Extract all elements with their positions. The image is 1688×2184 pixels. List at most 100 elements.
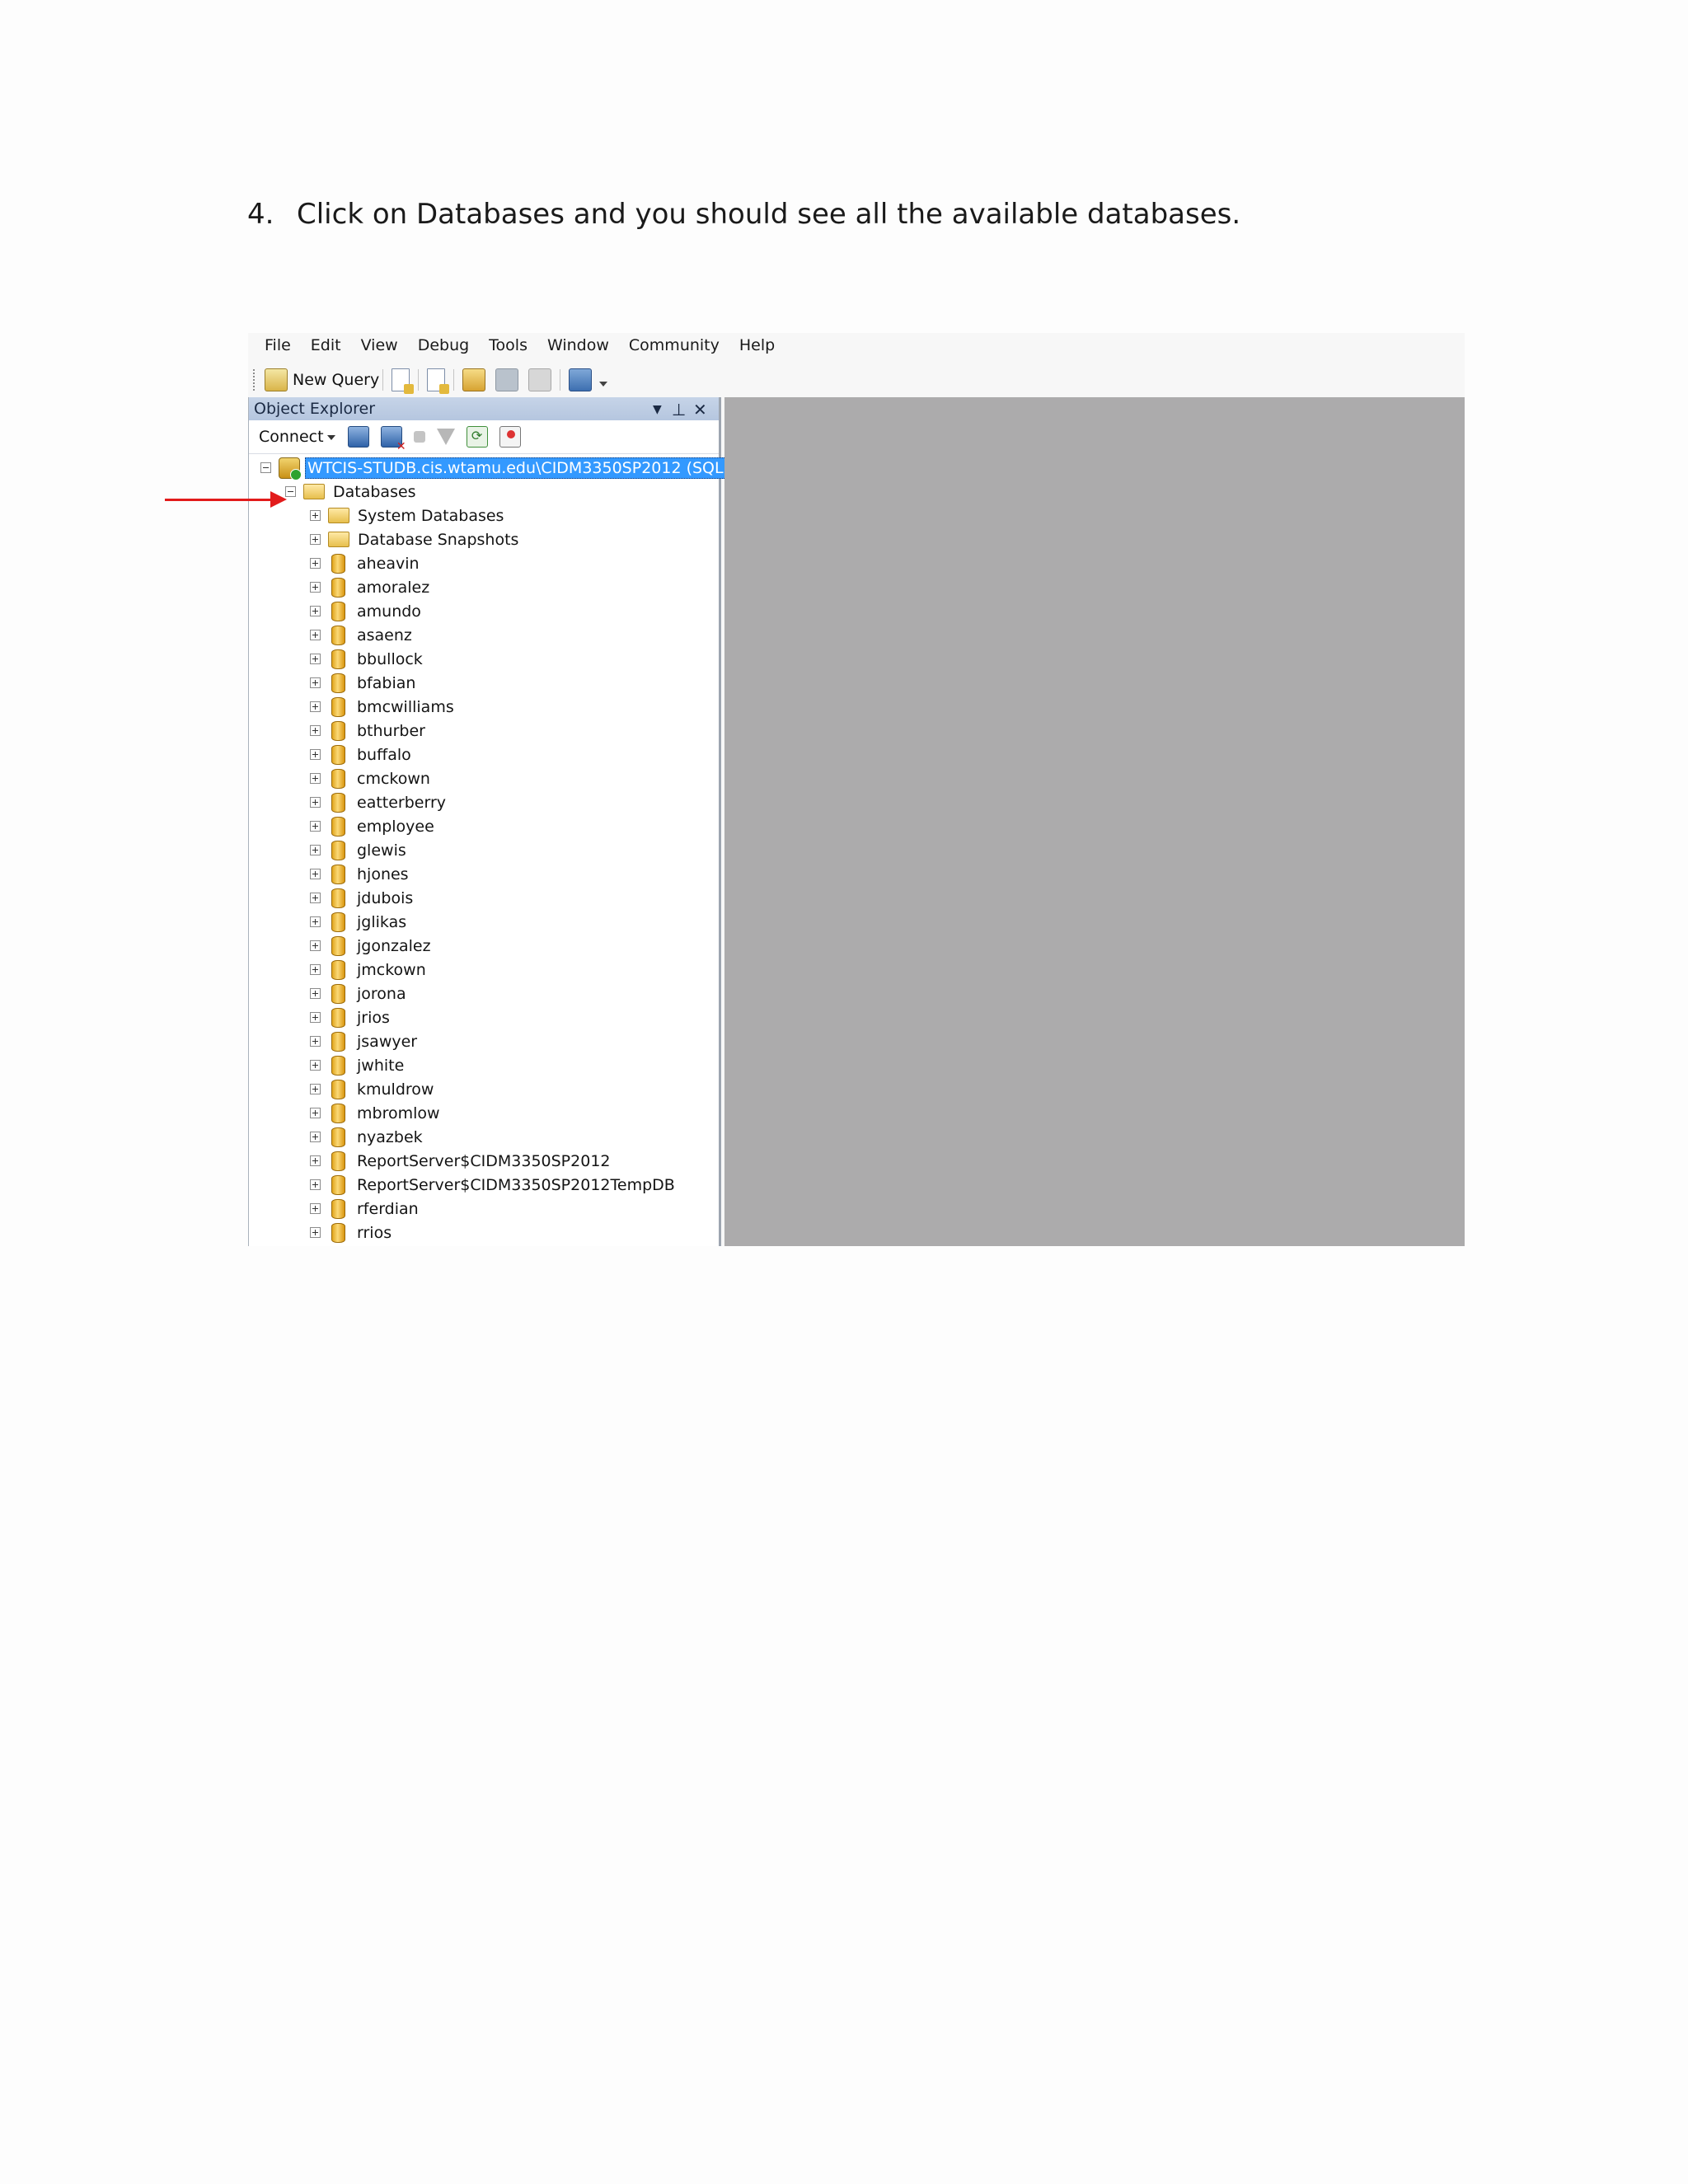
expand-toggle[interactable] [310,1108,321,1118]
print-icon[interactable] [528,368,552,391]
expand-toggle[interactable] [310,606,321,616]
database-node[interactable]: rferdian [310,1197,419,1221]
expand-toggle[interactable] [310,534,321,545]
database-node[interactable]: jmckown [310,958,426,982]
database-node[interactable]: bfabian [310,671,415,695]
database-node[interactable]: jglikas [310,910,406,934]
database-label[interactable]: hjones [357,865,409,883]
database-node[interactable]: amoralez [310,575,429,599]
database-label[interactable]: aheavin [357,555,420,573]
database-node[interactable]: bbullock [310,647,423,671]
database-label[interactable]: nyazbek [357,1128,423,1146]
database-node[interactable]: jwhite [310,1053,404,1077]
database-label[interactable]: kmuldrow [357,1080,434,1099]
auto-hide-pin-icon[interactable]: ⊥ [672,400,686,419]
filter-icon[interactable] [436,429,455,445]
database-node[interactable]: jgonzalez [310,934,431,958]
database-node[interactable]: ReportServer$CIDM3350SP2012TempDB [310,1173,675,1197]
menu-edit[interactable]: Edit [311,336,341,354]
expand-toggle[interactable] [310,630,321,640]
window-position-icon[interactable]: ▼ [653,403,662,416]
database-node[interactable]: buffalo [310,743,411,766]
database-label[interactable]: jglikas [357,913,406,931]
open-file-icon[interactable] [462,368,486,391]
database-node[interactable]: jsawyer [310,1029,417,1053]
stop-icon[interactable] [413,431,425,443]
refresh-icon[interactable]: ⟳ [466,426,488,448]
expand-toggle[interactable] [310,916,321,927]
expand-toggle[interactable] [310,773,321,784]
expand-toggle[interactable] [310,558,321,569]
database-node[interactable]: jrios [310,1005,390,1029]
menu-file[interactable]: File [265,336,291,354]
database-node[interactable]: bthurber [310,719,425,743]
databases-node[interactable]: Databases [285,480,416,504]
database-label[interactable]: bmcwilliams [357,698,454,716]
expand-toggle[interactable] [310,1179,321,1190]
database-node[interactable]: asaenz [310,623,412,647]
expand-toggle[interactable] [310,749,321,760]
expand-toggle[interactable] [310,988,321,999]
expand-toggle[interactable] [310,582,321,593]
database-label[interactable]: ReportServer$CIDM3350SP2012 [357,1152,611,1170]
menu-tools[interactable]: Tools [489,336,528,354]
database-node[interactable]: mbromlow [310,1101,440,1125]
server-node[interactable]: WTCIS-STUDB.cis.wtamu.edu\CIDM3350SP2012… [260,456,767,480]
script-icon[interactable] [499,426,521,448]
database-label[interactable]: rrios [357,1224,392,1242]
expand-toggle[interactable] [310,1227,321,1238]
database-label[interactable]: employee [357,818,434,836]
expand-toggle[interactable] [310,1012,321,1023]
expand-toggle[interactable] [310,1155,321,1166]
toolbar-options-icon[interactable] [598,372,608,388]
analysis-services-query-icon[interactable] [427,368,450,394]
databases-label[interactable]: Databases [333,483,416,501]
database-label[interactable]: jwhite [357,1057,404,1075]
folder-label[interactable]: System Databases [358,507,504,525]
new-query-icon[interactable] [265,368,288,391]
expand-toggle[interactable] [310,1084,321,1094]
new-query-button[interactable]: New Query [293,371,379,389]
expand-toggle[interactable] [310,893,321,903]
expand-toggle[interactable] [310,1036,321,1047]
database-node[interactable]: bmcwilliams [310,695,454,719]
database-label[interactable]: bthurber [357,722,425,740]
database-engine-query-icon[interactable] [392,368,415,394]
expand-toggle[interactable] [310,797,321,808]
database-node[interactable]: nyazbek [310,1125,423,1149]
folder-label[interactable]: Database Snapshots [358,531,518,549]
expand-toggle[interactable] [310,1203,321,1214]
database-label[interactable]: mbromlow [357,1104,440,1122]
database-node[interactable]: employee [310,814,434,838]
database-node[interactable]: eatterberry [310,790,446,814]
database-label[interactable]: glewis [357,841,406,860]
menu-help[interactable]: Help [739,336,775,354]
connect-button[interactable]: Connect [259,428,335,446]
database-label[interactable]: rferdian [357,1200,419,1218]
expand-toggle[interactable] [310,821,321,832]
database-node[interactable]: ReportServer$CIDM3350SP2012 [310,1149,611,1173]
server-label[interactable]: WTCIS-STUDB.cis.wtamu.edu\CIDM3350SP2012… [305,457,767,479]
expand-toggle[interactable] [310,510,321,521]
database-label[interactable]: jsawyer [357,1033,417,1051]
folder-node[interactable]: Database Snapshots [310,527,518,551]
database-node[interactable]: kmuldrow [310,1077,434,1101]
menu-debug[interactable]: Debug [418,336,469,354]
database-label[interactable]: cmckown [357,770,430,788]
expand-toggle[interactable] [310,654,321,664]
connect-object-explorer-icon[interactable] [347,426,369,448]
menu-window[interactable]: Window [547,336,609,354]
database-label[interactable]: amundo [357,602,421,621]
database-label[interactable]: amoralez [357,579,429,597]
folder-node[interactable]: System Databases [310,504,504,527]
collapse-toggle[interactable] [260,462,271,473]
database-node[interactable]: aheavin [310,551,420,575]
database-label[interactable]: jrios [357,1009,390,1027]
menu-view[interactable]: View [361,336,398,354]
database-node[interactable]: jdubois [310,886,413,910]
database-label[interactable]: buffalo [357,746,411,764]
expand-toggle[interactable] [310,869,321,879]
expand-toggle[interactable] [310,701,321,712]
database-label[interactable]: bfabian [357,674,415,692]
database-label[interactable]: jmckown [357,961,426,979]
